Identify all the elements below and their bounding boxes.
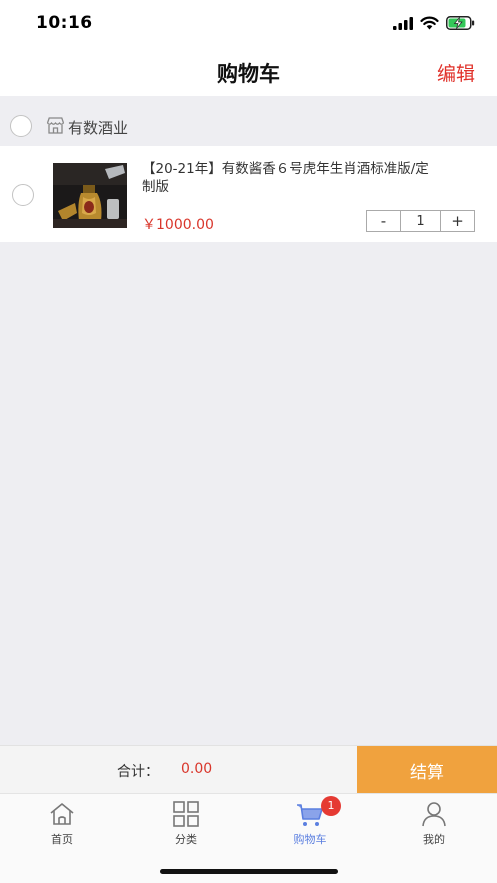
status-time: 10:16 [36,13,93,33]
status-bar: 10:16 [0,0,497,48]
cart-icon [297,804,323,826]
store-icon [46,117,65,134]
product-image[interactable] [53,163,127,228]
shop-name[interactable]: 有数酒业 [68,117,128,138]
increment-button[interactable]: + [441,211,474,231]
total-value: 0.00 [181,761,213,777]
status-icons [393,16,475,30]
checkout-bar: 合计： 0.00 结算 [0,745,497,794]
wifi-icon [420,16,439,30]
tab-label: 分类 [175,833,197,846]
tab-cart[interactable]: 1 购物车 [248,794,372,852]
category-icon [173,801,199,827]
tab-home[interactable]: 首页 [0,794,124,852]
tab-label: 购物车 [293,833,327,846]
tab-label: 我的 [423,833,445,846]
home-indicator [160,869,338,874]
shop-select-radio[interactable] [10,115,32,137]
cart-item: 【20-21年】有数酱香６号虎年生肖酒标准版/定制版 ￥1000.00 - 1 … [0,146,497,242]
battery-charging-icon [446,16,475,30]
home-icon [50,803,74,825]
signal-icon [393,16,413,30]
tab-category[interactable]: 分类 [124,794,248,852]
shop-group-header: 有数酒业 [0,107,497,145]
tab-label: 首页 [51,833,73,846]
page-title: 购物车 [217,62,280,86]
nav-bar: 购物车 编辑 [0,48,497,96]
tab-profile[interactable]: 我的 [372,794,496,852]
quantity-value[interactable]: 1 [400,211,441,231]
item-price: ￥1000.00 [142,217,214,233]
user-icon [422,802,446,827]
total-label: 合计： [117,764,159,780]
decrement-button[interactable]: - [367,211,400,231]
item-title[interactable]: 【20-21年】有数酱香６号虎年生肖酒标准版/定制版 [142,160,442,196]
quantity-stepper: - 1 + [366,210,475,232]
checkout-button[interactable]: 结算 [357,746,497,794]
cart-badge: 1 [321,796,341,816]
item-select-radio[interactable] [12,184,34,206]
edit-button[interactable]: 编辑 [437,59,475,86]
